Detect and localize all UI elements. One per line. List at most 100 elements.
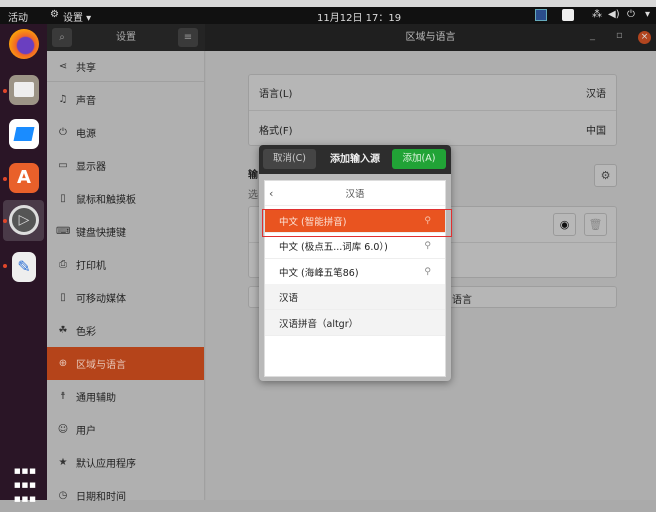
sidebar-item-2[interactable]: ♫ 声音 — [47, 83, 204, 116]
usb-icon: ▯ — [56, 292, 70, 303]
todesk-tray-icon[interactable] — [535, 9, 547, 21]
window-title: 区域与语言 — [205, 24, 656, 51]
sidebar-item-13[interactable]: ★ 默认应用程序 — [47, 446, 204, 479]
sidebar-item-5[interactable]: ▯ 鼠标和触摸板 — [47, 182, 204, 215]
sidebar-item-14[interactable]: ◷ 日期和时间 — [47, 479, 204, 512]
app-menu[interactable]: 设置 ▾ — [63, 9, 91, 24]
dock: A ▷ ✎ ■■■■■■■■■ — [0, 24, 47, 500]
star-icon: ★ — [56, 457, 70, 468]
keyboard-icon: ⌨ — [56, 226, 70, 237]
sidebar-item-label: 声音 — [76, 92, 96, 107]
sidebar-item-12[interactable]: ☺ 用户 — [47, 413, 204, 446]
sidebar-item-label: 键盘快捷键 — [76, 224, 126, 239]
sidebar-item-1[interactable]: ⋖ 共享 — [47, 51, 204, 82]
input-sources-heading: 输 — [248, 166, 258, 181]
sidebar-item-label: 显示器 — [76, 158, 106, 173]
clock[interactable]: 11月12日 17：19 — [317, 9, 401, 24]
clock-icon: ◷ — [56, 490, 70, 501]
sidebar-item-9[interactable]: ☘ 色彩 — [47, 314, 204, 347]
sidebar-item-11[interactable]: ☨ 通用辅助 — [47, 380, 204, 413]
input-source-label: 中文 (极点五...词库 6.0）) — [279, 239, 388, 253]
show-apps-icon[interactable]: ■■■■■■■■■ — [14, 468, 36, 490]
language-value: 汉语 — [586, 85, 606, 100]
back-row-title: 汉语 — [345, 186, 364, 200]
settings-key-icon: ⚲ — [424, 241, 431, 251]
sidebar-item-4[interactable]: ▭显示器 — [47, 149, 204, 182]
music-note-icon: ♫ — [56, 94, 70, 105]
top-bar: 活动 ⚙ 设置 ▾ 11月12日 17：19 ⁂ ◀) ⏻ ▾ — [0, 7, 656, 24]
firefox-icon[interactable] — [9, 29, 39, 59]
format-value: 中国 — [586, 122, 606, 137]
sidebar-item-label: 区域与语言 — [76, 356, 126, 371]
dialog-title: 添加输入源 — [321, 145, 389, 174]
network-icon[interactable]: ⁂ — [592, 9, 602, 20]
hamburger-icon: ≡ — [184, 32, 192, 43]
files-icon[interactable] — [9, 75, 39, 105]
sidebar-item-label: 共享 — [76, 59, 96, 74]
sidebar-header: ⌕ 设置 ≡ — [47, 24, 205, 51]
sidebar-item-6[interactable]: ⌨ 键盘快捷键 — [47, 215, 204, 248]
sidebar-item-label: 用户 — [76, 422, 96, 437]
power-icon[interactable]: ⏻ — [627, 9, 635, 20]
chevron-down-icon[interactable]: ▾ — [645, 9, 650, 20]
input-sources-description: 选 — [248, 186, 258, 201]
minimize-button[interactable]: _ — [590, 30, 595, 41]
trash-icon: 🗑 — [589, 218, 603, 231]
sidebar-item-8[interactable]: ▯ 可移动媒体 — [47, 281, 204, 314]
settings-key-icon: ⚲ — [424, 267, 431, 277]
printer-icon: ⎙ — [56, 259, 70, 270]
gear-icon: ⚙ — [601, 169, 611, 182]
power-icon: ⏻ — [56, 127, 70, 138]
language-row[interactable]: 语言(L) 汉语 — [249, 75, 616, 111]
text-editor-icon[interactable]: ✎ — [12, 252, 36, 282]
chevron-left-icon: ‹ — [269, 187, 273, 200]
users-icon: ☺ — [56, 424, 70, 435]
sidebar-item-label: 可移动媒体 — [76, 290, 126, 305]
todesk-icon[interactable] — [9, 119, 39, 149]
format-row[interactable]: 格式(F) 中国 — [249, 111, 616, 147]
app-center-icon[interactable]: A — [9, 163, 39, 193]
menu-button[interactable]: ≡ — [178, 28, 198, 47]
maximize-button[interactable]: ▫ — [616, 30, 623, 41]
close-button[interactable]: × — [638, 31, 651, 44]
sidebar-item-label: 电源 — [76, 125, 96, 140]
sidebar: ⋖ 共享 ♫ 声音 ⏻ 电源 ▭显示器 ▯ 鼠标和触摸板 ⌨ 键盘快捷键 ⎙ 打印机 ▯ 可移动媒体 ☘ 色彩 ⊕… — [47, 51, 205, 500]
sidebar-item-7[interactable]: ⎙ 打印机 — [47, 248, 204, 281]
volume-icon[interactable]: ◀) — [608, 9, 620, 20]
input-options-button[interactable]: ⚙ — [594, 164, 617, 187]
accessibility-icon: ☨ — [56, 391, 70, 402]
sidebar-item-label: 默认应用程序 — [76, 455, 136, 470]
preview-button[interactable]: ◉ — [553, 213, 576, 236]
input-source-item[interactable]: 汉语拼音（altgr） — [265, 310, 445, 336]
add-input-source-dialog: 取消(C) 添加输入源 添加(A) ‹ 汉语 中文 (智能拼音)⚲ 中文 (极点… — [259, 145, 451, 381]
sidebar-item-label: 色彩 — [76, 323, 96, 338]
sidebar-item-10[interactable]: ⊕区域与语言 — [47, 347, 204, 380]
settings-gear-icon: ⚙ — [50, 9, 59, 20]
language-label: 语言(L) — [259, 85, 292, 100]
sidebar-item-label: 鼠标和触摸板 — [76, 191, 136, 206]
settings-icon[interactable]: ▷ — [9, 205, 39, 235]
sidebar-item-label: 通用辅助 — [76, 389, 116, 404]
app-tray-icon[interactable] — [562, 9, 574, 21]
sidebar-item-3[interactable]: ⏻ 电源 — [47, 116, 204, 149]
eye-icon: ◉ — [560, 218, 570, 231]
input-source-label: 汉语 — [279, 290, 298, 304]
sidebar-item-label: 打印机 — [76, 257, 106, 272]
add-button[interactable]: 添加(A) — [392, 149, 446, 169]
header-bar: 区域与语言 _ ▫ × — [205, 24, 656, 51]
mouse-icon: ▯ — [56, 193, 70, 204]
color-icon: ☘ — [56, 325, 70, 336]
back-row[interactable]: ‹ 汉语 — [265, 181, 445, 206]
input-source-label: 汉语拼音（altgr） — [279, 316, 358, 330]
input-source-item[interactable]: 汉语 — [265, 284, 445, 310]
cancel-button[interactable]: 取消(C) — [263, 149, 316, 169]
input-source-item[interactable]: 中文 (海峰五笔86) ⚲ — [265, 259, 445, 285]
manage-languages-label: 语言 — [452, 291, 472, 306]
language-format-card: 语言(L) 汉语 格式(F) 中国 — [248, 74, 617, 146]
sidebar-item-label: 日期和时间 — [76, 488, 126, 503]
activities-button[interactable]: 活动 — [8, 9, 28, 24]
remove-button[interactable]: 🗑 — [584, 213, 607, 236]
input-source-label: 中文 (海峰五笔86) — [279, 265, 359, 279]
format-label: 格式(F) — [259, 122, 293, 137]
share-icon: ⋖ — [56, 61, 70, 72]
